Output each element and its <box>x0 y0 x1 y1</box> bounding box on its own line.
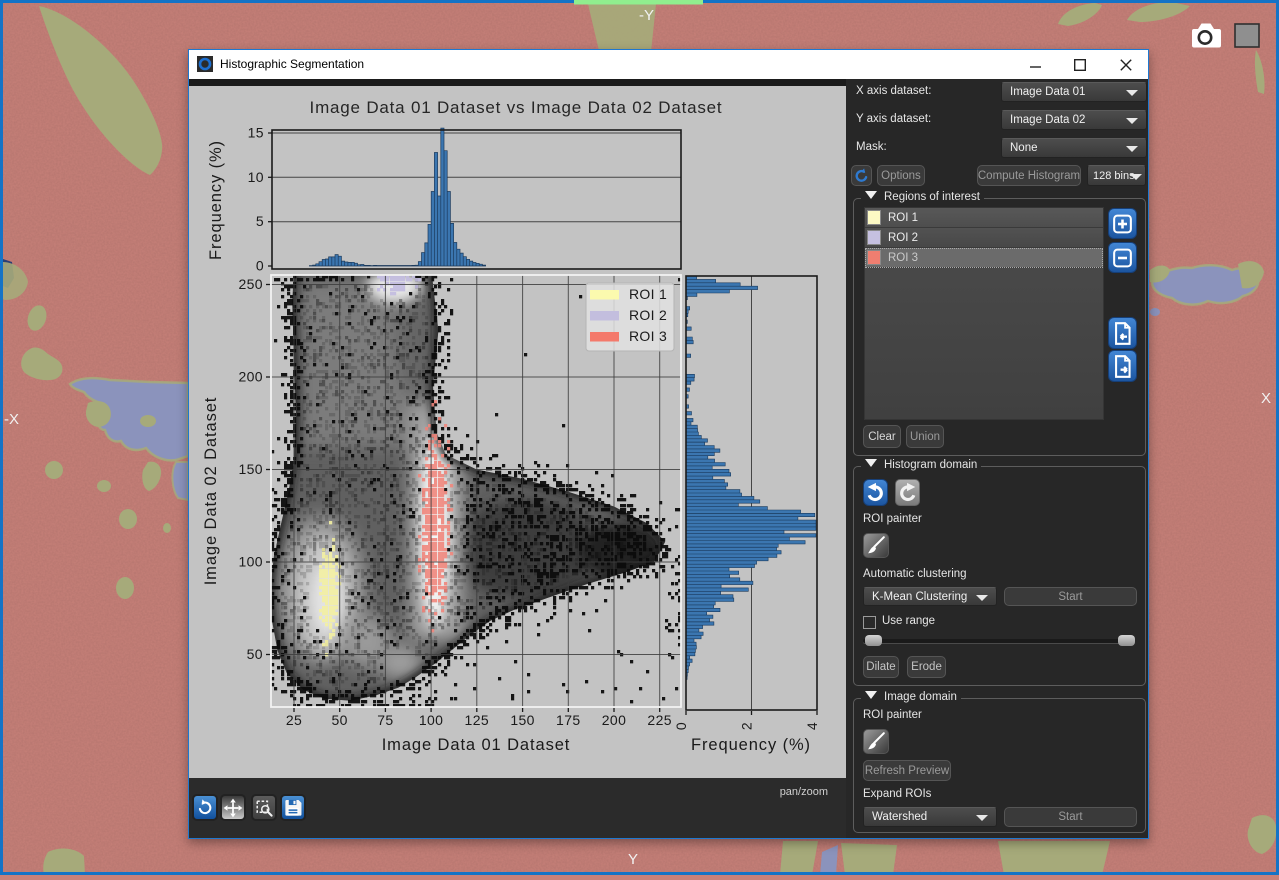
svg-text:Y: Y <box>628 851 638 868</box>
svg-text:50: 50 <box>332 712 348 728</box>
svg-text:200: 200 <box>238 369 263 385</box>
svg-text:10: 10 <box>248 169 264 185</box>
svg-text:5: 5 <box>256 213 264 229</box>
svg-text:Frequency (%): Frequency (%) <box>207 140 225 260</box>
svg-text:200: 200 <box>602 712 627 728</box>
svg-text:-Y: -Y <box>639 7 654 24</box>
svg-text:125: 125 <box>465 712 490 728</box>
svg-text:Image Data 01 Dataset: Image Data 01 Dataset <box>382 736 571 754</box>
svg-text:-X: -X <box>4 411 19 428</box>
svg-text:225: 225 <box>647 712 672 728</box>
svg-text:Image Data 02 Dataset: Image Data 02 Dataset <box>202 397 220 586</box>
svg-text:100: 100 <box>238 554 263 570</box>
svg-text:ROI 1: ROI 1 <box>629 286 667 302</box>
svg-text:2: 2 <box>739 722 755 730</box>
svg-text:250: 250 <box>238 276 263 292</box>
svg-text:175: 175 <box>556 712 581 728</box>
svg-text:Image Data 01 Dataset vs Image: Image Data 01 Dataset vs Image Data 02 D… <box>310 98 723 117</box>
svg-text:X: X <box>1261 390 1271 407</box>
svg-text:4: 4 <box>804 722 820 730</box>
svg-text:Frequency (%): Frequency (%) <box>691 736 811 754</box>
svg-text:0: 0 <box>673 722 689 730</box>
svg-text:0: 0 <box>256 258 264 274</box>
svg-text:150: 150 <box>510 712 535 728</box>
svg-text:ROI 2: ROI 2 <box>629 307 667 323</box>
svg-text:50: 50 <box>247 646 263 662</box>
svg-text:75: 75 <box>377 712 393 728</box>
svg-text:150: 150 <box>238 461 263 477</box>
svg-text:100: 100 <box>419 712 444 728</box>
svg-text:ROI 3: ROI 3 <box>629 328 667 344</box>
svg-text:25: 25 <box>286 712 302 728</box>
svg-text:15: 15 <box>248 125 264 141</box>
